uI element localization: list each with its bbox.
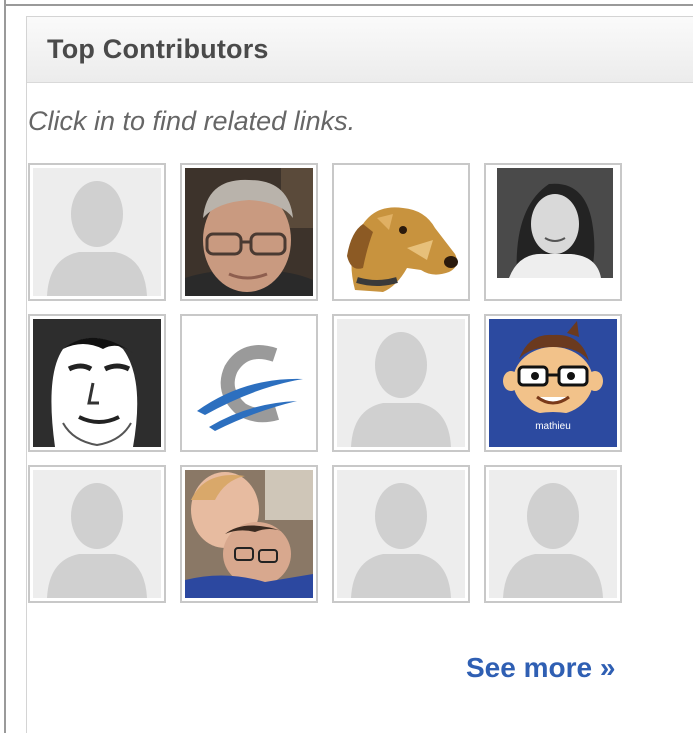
default-avatar-icon <box>33 470 161 598</box>
cartoon-avatar-caption: mathieu <box>535 421 571 432</box>
contributor-avatar-4[interactable] <box>484 163 622 301</box>
default-avatar-icon <box>337 319 465 447</box>
contributor-avatar-11[interactable] <box>332 465 470 603</box>
dog-illustration <box>337 168 465 296</box>
window-left-border <box>0 0 6 733</box>
cartoon-avatar: mathieu <box>489 319 617 447</box>
default-avatar-icon <box>33 168 161 296</box>
see-more-link[interactable]: See more » <box>466 652 615 684</box>
couple-photo <box>185 470 313 598</box>
contributors-grid: mathieu <box>28 163 628 603</box>
sketched-face-portrait <box>33 319 161 447</box>
window-top-border <box>0 0 693 6</box>
woman-bw-photo <box>489 168 617 296</box>
contributor-avatar-1[interactable] <box>28 163 166 301</box>
contributor-avatar-12[interactable] <box>484 465 622 603</box>
contributor-avatar-3[interactable] <box>332 163 470 301</box>
man-with-glasses-photo <box>185 168 313 296</box>
contributor-avatar-10[interactable] <box>180 465 318 603</box>
contributor-avatar-6[interactable] <box>180 314 318 452</box>
contributor-avatar-9[interactable] <box>28 465 166 603</box>
blue-swoosh-logo <box>185 319 313 447</box>
contributor-avatar-7[interactable] <box>332 314 470 452</box>
hint-text: Click in to find related links. <box>28 106 356 136</box>
widget-title: Top Contributors <box>47 34 269 64</box>
default-avatar-icon <box>337 470 465 598</box>
default-avatar-icon <box>489 470 617 598</box>
contributor-avatar-2[interactable] <box>180 163 318 301</box>
contributor-avatar-8[interactable]: mathieu <box>484 314 622 452</box>
contributor-avatar-5[interactable] <box>28 314 166 452</box>
widget-header: Top Contributors <box>27 17 693 83</box>
